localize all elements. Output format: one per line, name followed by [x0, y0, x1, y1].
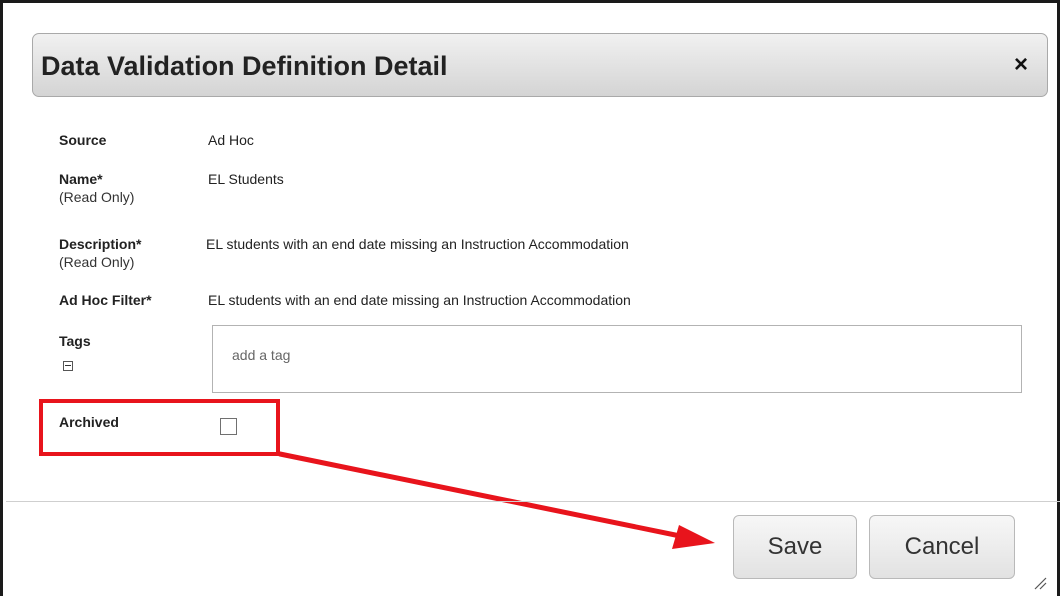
tags-label: Tags: [59, 333, 91, 349]
dialog-titlebar: Data Validation Definition Detail ×: [32, 33, 1048, 97]
cancel-button[interactable]: Cancel: [869, 515, 1015, 579]
close-icon[interactable]: ×: [1009, 53, 1033, 77]
annotation-highlight-box: [39, 399, 280, 456]
dialog: Data Validation Definition Detail × Sour…: [0, 0, 1060, 596]
name-value: EL Students: [208, 171, 284, 187]
description-value: EL students with an end date missing an …: [206, 236, 629, 252]
description-readonly-note: (Read Only): [59, 254, 135, 270]
filter-value: EL students with an end date missing an …: [208, 292, 631, 308]
resize-grip-icon[interactable]: [1033, 576, 1047, 590]
name-readonly-note: (Read Only): [59, 189, 135, 205]
footer-divider: [6, 501, 1060, 502]
save-button[interactable]: Save: [733, 515, 857, 579]
filter-label: Ad Hoc Filter*: [59, 292, 152, 308]
collapse-icon[interactable]: [63, 361, 73, 371]
dialog-title: Data Validation Definition Detail: [41, 51, 448, 81]
source-label: Source: [59, 132, 107, 148]
source-value: Ad Hoc: [208, 132, 254, 148]
tags-field[interactable]: [212, 325, 1022, 393]
name-label: Name*: [59, 171, 103, 187]
description-label: Description*: [59, 236, 142, 252]
tags-input[interactable]: [232, 344, 1002, 366]
